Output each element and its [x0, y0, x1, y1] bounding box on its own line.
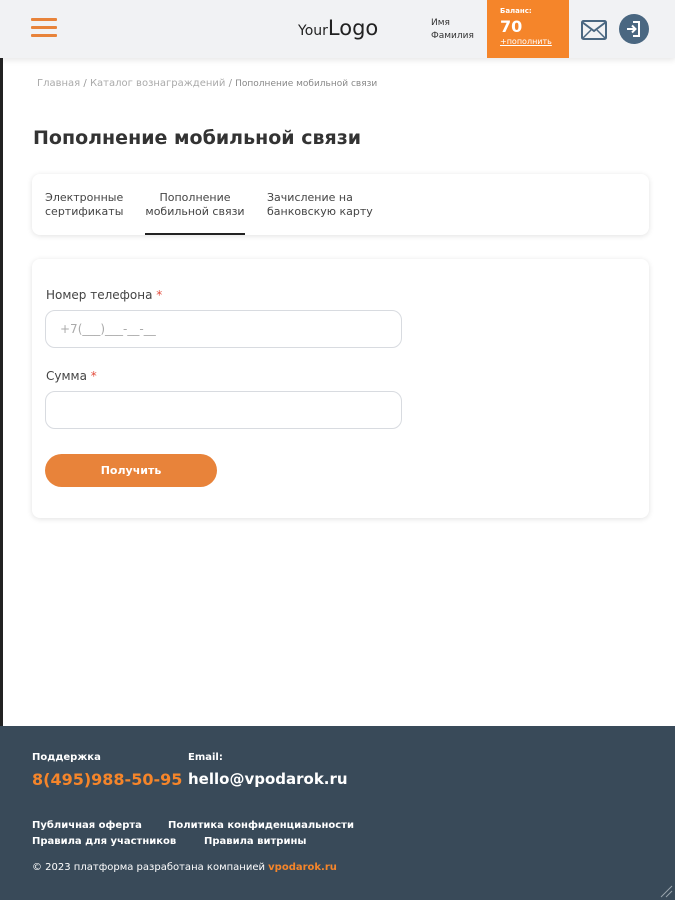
breadcrumb: Главная / Каталог вознаграждений / Попол… — [37, 78, 377, 89]
user-first-name: Имя — [431, 18, 450, 28]
balance-amount: 70 — [500, 17, 523, 36]
breadcrumb-separator: / — [80, 78, 90, 89]
balance-label: Баланс: — [500, 7, 532, 15]
balance-topup-link[interactable]: +пополнить — [500, 37, 569, 46]
phone-input[interactable] — [45, 310, 402, 348]
logo-your-text: Your — [298, 23, 328, 39]
logo[interactable]: YourLogo — [298, 16, 378, 40]
login-icon[interactable] — [619, 14, 649, 44]
support-email[interactable]: hello@vpodarok.ru — [188, 770, 348, 788]
amount-input[interactable] — [45, 391, 402, 429]
footer-link-privacy[interactable]: Политика конфиденциальности — [168, 820, 354, 831]
tab-label-line: сертификаты — [45, 205, 124, 218]
user-last-name: Фамилия — [431, 31, 474, 41]
logo-main-text: Logo — [327, 16, 379, 40]
email-label: Email: — [188, 752, 223, 763]
footer-link-offer[interactable]: Публичная оферта — [32, 820, 142, 831]
footer-link-rules-participants[interactable]: Правила для участников — [32, 836, 176, 847]
breadcrumb-catalog-link[interactable]: Каталог вознаграждений — [90, 78, 225, 89]
support-label: Поддержка — [32, 752, 101, 763]
mail-icon[interactable] — [581, 20, 607, 40]
tab-label-line: Пополнение — [159, 191, 231, 204]
header: YourLogo Имя Фамилия Баланс: 70 +пополни… — [0, 0, 675, 58]
support-phone[interactable]: 8(495)988-50-95 — [32, 770, 182, 789]
page-title: Пополнение мобильной связи — [33, 127, 362, 149]
balance-box[interactable]: Баланс: 70 +пополнить — [487, 0, 569, 58]
phone-label: Номер телефона * — [46, 288, 162, 302]
required-mark: * — [90, 369, 97, 383]
amount-label-text: Сумма — [46, 369, 87, 383]
form-card: Номер телефона * Сумма * Получить — [32, 259, 649, 518]
tab-label-line: Электронные — [45, 191, 124, 204]
tab-label-line: Зачисление на — [267, 191, 353, 204]
resize-grip-icon[interactable] — [659, 884, 673, 898]
left-edge-border — [0, 58, 3, 726]
copyright: © 2023 платформа разработана компанией v… — [32, 862, 337, 873]
tabs-card: Электронные сертификаты Пополнение мобил… — [32, 174, 649, 235]
footer-link-rules-showcase[interactable]: Правила витрины — [204, 836, 306, 847]
submit-button[interactable]: Получить — [45, 454, 217, 487]
required-mark: * — [156, 288, 163, 302]
breadcrumb-separator: / — [225, 78, 236, 89]
breadcrumb-current: Пополнение мобильной связи — [235, 79, 378, 89]
amount-label: Сумма * — [46, 369, 97, 383]
phone-label-text: Номер телефона — [46, 288, 153, 302]
copyright-brand-link[interactable]: vpodarok.ru — [268, 862, 337, 873]
tab-label-line: банковскую карту — [267, 205, 373, 218]
breadcrumb-home-link[interactable]: Главная — [37, 78, 80, 89]
copyright-text: © 2023 платформа разработана компанией — [32, 862, 269, 873]
tab-bank-card[interactable]: Зачисление на банковскую карту — [267, 191, 373, 219]
tab-label-line: мобильной связи — [145, 205, 245, 218]
hamburger-menu-icon[interactable] — [31, 18, 57, 38]
footer: Поддержка 8(495)988-50-95 Email: hello@v… — [0, 726, 675, 900]
tab-mobile-topup[interactable]: Пополнение мобильной связи — [145, 191, 245, 235]
tab-e-certificates[interactable]: Электронные сертификаты — [45, 191, 123, 219]
user-name[interactable]: Имя Фамилия — [431, 17, 474, 43]
